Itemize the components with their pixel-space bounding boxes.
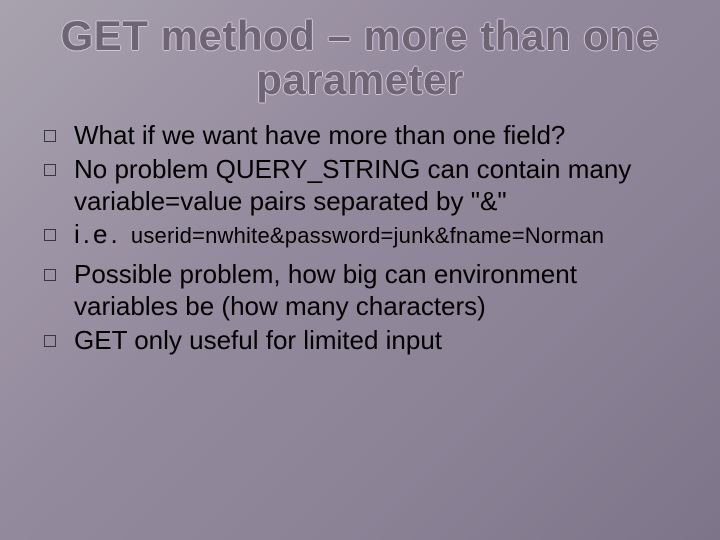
bullet-text: GET only useful for limited input [74,325,676,357]
bullet-item: No problem QUERY_STRING can contain many… [44,154,676,217]
slide-body: What if we want have more than one field… [44,120,676,356]
bullet-item: i.e. userid=nwhite&password=junk&fname=N… [44,219,676,251]
bullet-item: Possible problem, how big can environmen… [44,259,676,322]
bullet-marker-icon [44,130,56,142]
bullet-marker-icon [44,164,56,176]
bullet-text: i.e. userid=nwhite&password=junk&fname=N… [74,219,676,251]
bullet-marker-icon [44,335,56,347]
bullet-text: Possible problem, how big can environmen… [74,259,676,322]
title-line-2: parameter [256,56,464,103]
bullet-text: No problem QUERY_STRING can contain many… [74,154,676,217]
bullet-marker-icon [44,229,56,241]
title-line-1: GET method – more than one [61,12,660,59]
bullet-marker-icon [44,269,56,281]
slide-title: GET method – more than one parameter [44,0,676,102]
slide: GET method – more than one parameter Wha… [0,0,720,540]
bullet-text: What if we want have more than one field… [74,120,676,152]
example-code: userid=nwhite&password=junk&fname=Norman [131,223,604,248]
bullet-item: GET only useful for limited input [44,325,676,357]
bullet-item: What if we want have more than one field… [44,120,676,152]
example-lead: i.e. [74,219,131,249]
